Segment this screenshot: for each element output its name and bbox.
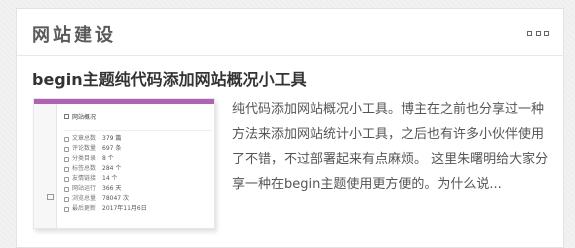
stat-label: 文章总数 <box>72 135 97 142</box>
stats-icon <box>64 113 69 119</box>
stat-value: 379 篇 <box>102 135 122 142</box>
post-excerpt: 纯代码添加网站概况小工具。博主在之前也分享过一种方法来添加网站统计小工具，之后也… <box>232 102 549 192</box>
stat-value: 284 个 <box>102 165 122 172</box>
stat-value: 2017年11月6日 <box>102 205 147 212</box>
stat-label: 浏览总量 <box>72 195 97 202</box>
stat-label: 网站运行 <box>72 185 97 192</box>
stat-value: 14 个 <box>102 175 118 182</box>
dot-icon <box>527 30 532 36</box>
stat-value: 8 个 <box>102 155 114 162</box>
eye-icon <box>64 196 69 202</box>
stat-label: 友情链接 <box>72 175 97 182</box>
widget-stat-row: 文章总数 379 篇 <box>64 134 212 144</box>
post-title-link[interactable]: begin主题纯代码添加网站概况小工具 <box>32 66 307 90</box>
widget-stats-list: 文章总数 379 篇评论数量 697 条分类目录 8 个标签总数 284 个友情链接 14… <box>64 130 212 214</box>
dot-icon <box>544 30 549 36</box>
link-icon <box>64 176 69 182</box>
category-card: 网站建设 begin主题纯代码添加网站概况小工具 网站概况 文章总数 379 篇评… <box>16 8 564 248</box>
widget-stat-row: 友情链接 14 个 <box>64 174 212 184</box>
image-icon <box>47 194 54 200</box>
section-title[interactable]: 网站建设 <box>32 21 116 47</box>
folder-icon <box>64 156 69 162</box>
widget-stat-row: 浏览总量 78047 次 <box>64 194 212 204</box>
tag-icon <box>64 166 69 172</box>
stat-value: 697 条 <box>102 145 122 152</box>
widget-title: 网站概况 <box>64 111 212 121</box>
more-dots-icon[interactable] <box>527 29 549 37</box>
doc-icon <box>64 136 69 142</box>
stat-label: 分类目录 <box>72 155 97 162</box>
stat-label: 评论数量 <box>72 145 97 152</box>
post-thumbnail[interactable]: 网站概况 文章总数 379 篇评论数量 697 条分类目录 8 个标签总数 284 个友… <box>33 98 215 229</box>
thumbnail-accent-bar <box>34 99 214 104</box>
widget-stat-row: 最后更新 2017年11月6日 <box>64 204 212 214</box>
thumbnail-sidebar-strip <box>34 99 57 228</box>
clock-icon <box>64 186 69 192</box>
dot-icon <box>535 30 541 36</box>
comment-icon <box>64 146 69 152</box>
widget-stat-row: 网站运行 366 天 <box>64 184 212 194</box>
widget-stat-row: 分类目录 8 个 <box>64 154 212 164</box>
widget-stat-row: 标签总数 284 个 <box>64 164 212 174</box>
stat-label: 标签总数 <box>72 165 97 172</box>
stat-value: 366 天 <box>102 185 122 192</box>
widget-stat-row: 评论数量 697 条 <box>64 144 212 154</box>
site-overview-widget: 网站概况 文章总数 379 篇评论数量 697 条分类目录 8 个标签总数 284 个友… <box>64 111 212 228</box>
card-header: 网站建设 <box>17 9 563 56</box>
stat-label: 最后更新 <box>72 205 97 212</box>
stat-value: 78047 次 <box>102 195 129 202</box>
update-icon <box>64 206 69 212</box>
